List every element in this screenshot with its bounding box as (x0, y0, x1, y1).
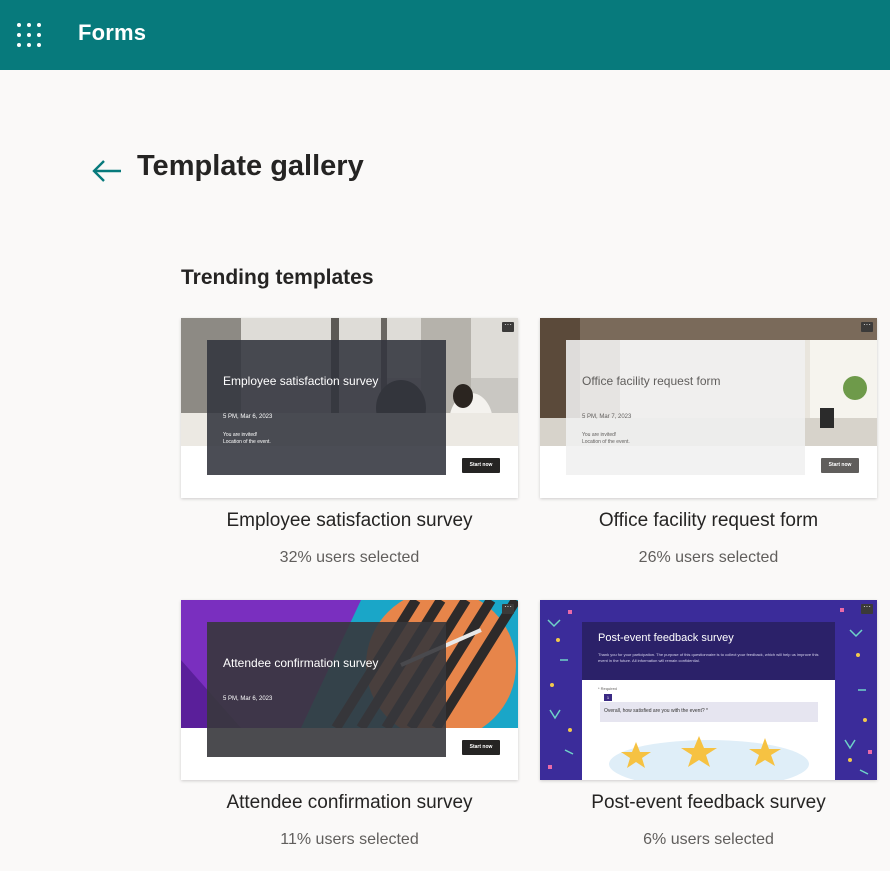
more-icon[interactable]: ··· (502, 321, 514, 332)
template-preview: Employee satisfaction survey 5 PM, Mar 6… (207, 340, 446, 475)
rating-stars-illustration (609, 736, 809, 780)
template-preview: Office facility request form 5 PM, Mar 7… (566, 340, 805, 475)
more-icon[interactable]: ··· (502, 603, 514, 614)
template-card-attendee-confirmation[interactable]: ··· Attendee confirmation survey 5 PM, M… (181, 600, 518, 780)
survey-body: * Required 1 Overall, how satisfied are … (582, 680, 835, 780)
section-title: Trending templates (181, 266, 374, 289)
template-stat: 6% users selected (643, 831, 774, 848)
template-card-post-event-feedback[interactable]: Post-event feedback survey Thank you for… (540, 600, 877, 780)
template-preview: Attendee confirmation survey 5 PM, Mar 6… (207, 622, 446, 757)
more-icon[interactable]: ··· (861, 321, 873, 332)
start-now-button: Start now (821, 458, 859, 473)
top-bar: Forms (0, 0, 890, 70)
app-title[interactable]: Forms (78, 20, 146, 46)
template-stat: 11% users selected (280, 831, 419, 848)
template-name[interactable]: Post-event feedback survey (540, 792, 877, 814)
template-name[interactable]: Employee satisfaction survey (181, 510, 518, 532)
start-now-button: Start now (462, 458, 500, 473)
start-now-button: Start now (462, 740, 500, 755)
template-card-office-facility[interactable]: ··· Office facility request form 5 PM, M… (540, 318, 877, 498)
page-title: Template gallery (137, 150, 364, 182)
more-icon[interactable]: ··· (861, 603, 873, 614)
template-stat: 32% users selected (279, 549, 420, 566)
template-name[interactable]: Office facility request form (540, 510, 877, 532)
template-name[interactable]: Attendee confirmation survey (181, 792, 518, 814)
survey-banner: Post-event feedback survey Thank you for… (582, 622, 835, 680)
back-arrow-icon[interactable] (90, 154, 124, 188)
waffle-icon[interactable] (17, 23, 41, 47)
template-card-employee-satisfaction[interactable]: ··· Employee satisfaction survey 5 PM, M… (181, 318, 518, 498)
template-stat: 26% users selected (638, 549, 779, 566)
